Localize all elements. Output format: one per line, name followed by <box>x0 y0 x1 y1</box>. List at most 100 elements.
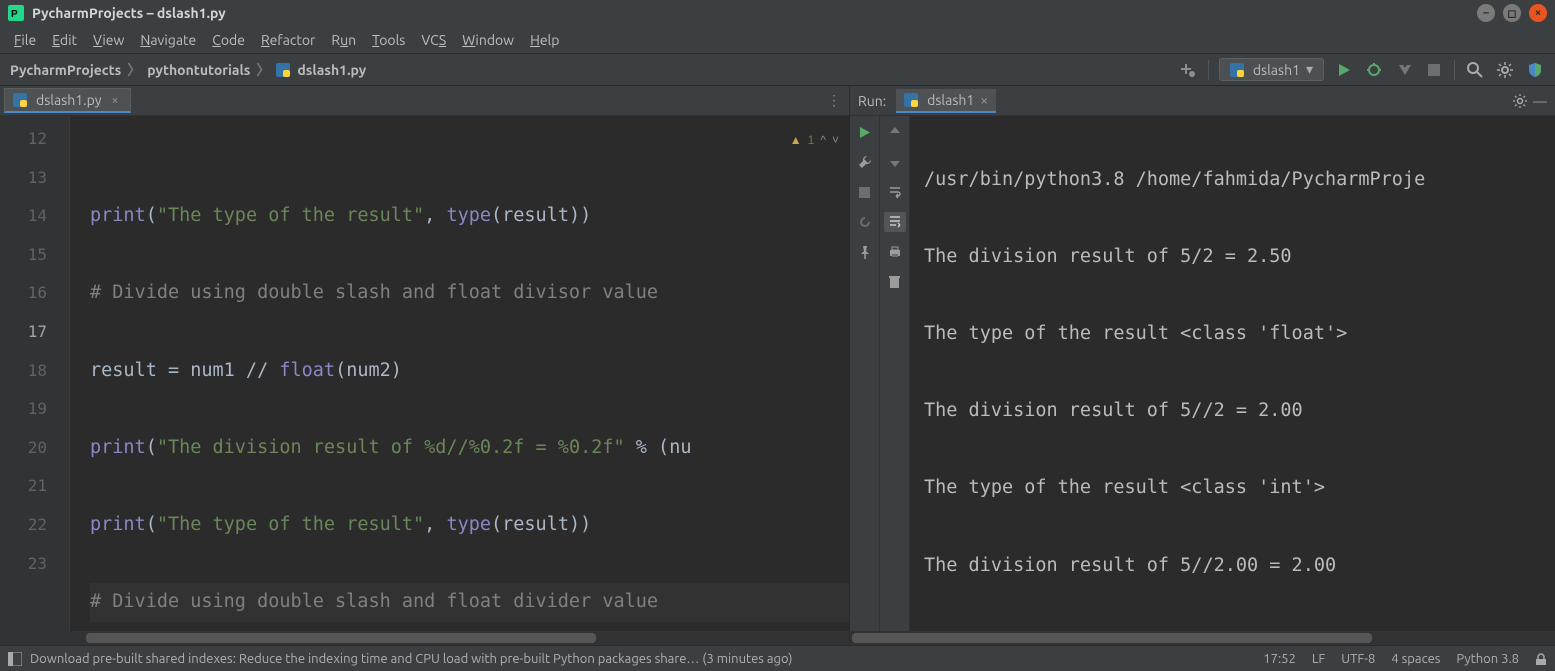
breadcrumb-sep: 〉 <box>127 60 141 80</box>
breadcrumb-folder[interactable]: pythontutorials <box>147 62 250 78</box>
down-icon[interactable] <box>885 152 905 172</box>
app-icon: P <box>8 5 24 21</box>
coverage-button[interactable] <box>1394 60 1414 80</box>
output-line: The division result of 5/2 = 2.50 <box>924 238 1555 277</box>
breadcrumb-root[interactable]: PycharmProjects <box>10 62 121 78</box>
run-panel: Run: dslash1 × — <box>850 86 1555 645</box>
breadcrumb-file[interactable]: dslash1.py <box>297 62 366 78</box>
run-header: Run: dslash1 × — <box>850 86 1555 116</box>
horizontal-scrollbar[interactable] <box>0 631 849 645</box>
run-config-label: dslash1 <box>1253 62 1300 78</box>
toolwindow-icon[interactable] <box>8 652 22 666</box>
code-area[interactable]: ▲1 ^ ˅ print("The type of the result", t… <box>70 116 849 631</box>
status-python[interactable]: Python 3.8 <box>1456 652 1519 666</box>
output-line: The division result of 5//2 = 2.00 <box>924 392 1555 431</box>
menu-run[interactable]: Run <box>323 30 364 50</box>
menu-view[interactable]: View <box>85 30 132 50</box>
editor[interactable]: 12 13 14 15 16 17 18 19 20 21 22 23 ▲1 ^… <box>0 116 849 631</box>
status-bar: Download pre-built shared indexes: Reduc… <box>0 645 1555 671</box>
debug-button[interactable] <box>1364 60 1384 80</box>
line-number: 20 <box>0 429 47 468</box>
line-number: 14 <box>0 197 47 236</box>
inspection-badge[interactable]: ▲1 ^ ˅ <box>790 121 839 160</box>
close-icon[interactable]: × <box>980 92 988 108</box>
minimize-button[interactable]: – <box>1477 4 1495 22</box>
window-title: PycharmProjects – dslash1.py <box>32 5 226 21</box>
status-time[interactable]: 17:52 <box>1263 652 1296 666</box>
main-split: dslash1.py × ⋮ 12 13 14 15 16 17 18 19 2… <box>0 86 1555 645</box>
maximize-button[interactable]: ◻ <box>1503 4 1521 22</box>
shield-icon[interactable] <box>1525 60 1545 80</box>
horizontal-scrollbar[interactable] <box>850 631 1555 645</box>
menu-vcs[interactable]: VCS <box>413 30 454 50</box>
add-config-icon[interactable] <box>1178 60 1198 80</box>
editor-tab[interactable]: dslash1.py × <box>4 88 131 113</box>
toolbar: dslash1 ▾ <box>1178 58 1545 81</box>
menu-help[interactable]: Help <box>522 30 567 50</box>
run-tools-secondary <box>880 116 910 631</box>
output-line: The type of the result <class 'float'> <box>924 315 1555 354</box>
python-file-icon <box>904 93 918 107</box>
menu-edit[interactable]: Edit <box>44 30 85 50</box>
wrench-icon[interactable] <box>855 152 875 172</box>
line-number: 17 <box>0 313 47 352</box>
output-line: The type of the result <class 'int'> <box>924 469 1555 508</box>
separator <box>1208 60 1209 80</box>
separator <box>1454 60 1455 80</box>
rerun-icon[interactable] <box>855 122 875 142</box>
nav-bar: PycharmProjects 〉 pythontutorials 〉 dsla… <box>0 54 1555 86</box>
run-config-dropdown[interactable]: dslash1 ▾ <box>1219 58 1324 81</box>
python-file-icon <box>276 63 290 77</box>
pin-icon[interactable] <box>855 242 875 262</box>
output-line: The division result of 5//2.00 = 2.00 <box>924 547 1555 586</box>
output-line: The type of the result <class 'float'> <box>924 624 1555 631</box>
status-lf[interactable]: LF <box>1312 652 1325 666</box>
line-number: 23 <box>0 545 47 584</box>
line-number: 19 <box>0 390 47 429</box>
line-number: 21 <box>0 467 47 506</box>
menu-navigate[interactable]: Navigate <box>132 30 204 50</box>
up-icon[interactable] <box>885 122 905 142</box>
scroll-to-end-icon[interactable] <box>884 212 906 232</box>
lock-icon[interactable] <box>1535 653 1547 665</box>
close-icon[interactable]: × <box>111 94 118 107</box>
run-tab[interactable]: dslash1 × <box>896 89 996 113</box>
restart-icon[interactable] <box>855 212 875 232</box>
status-indent[interactable]: 4 spaces <box>1391 652 1440 666</box>
run-tools-primary <box>850 116 880 631</box>
stop-button[interactable] <box>1424 60 1444 80</box>
python-file-icon <box>1230 63 1244 77</box>
editor-tab-bar: dslash1.py × ⋮ <box>0 86 849 116</box>
gear-icon[interactable] <box>1513 94 1527 108</box>
close-button[interactable]: × <box>1529 4 1547 22</box>
chevron-down-icon: ▾ <box>1306 61 1313 78</box>
line-number: 18 <box>0 352 47 391</box>
print-icon[interactable] <box>885 242 905 262</box>
run-button[interactable] <box>1334 60 1354 80</box>
python-file-icon <box>13 93 27 107</box>
run-tab-label: dslash1 <box>927 92 974 108</box>
line-number: 13 <box>0 159 47 198</box>
search-icon[interactable] <box>1465 60 1485 80</box>
menu-file[interactable]: File <box>6 30 44 50</box>
soft-wrap-icon[interactable] <box>885 182 905 202</box>
status-message[interactable]: Download pre-built shared indexes: Reduc… <box>30 652 793 666</box>
menu-refactor[interactable]: Refactor <box>253 30 323 50</box>
breadcrumb[interactable]: PycharmProjects 〉 pythontutorials 〉 dsla… <box>10 60 366 80</box>
line-number: 12 <box>0 120 47 159</box>
menu-window[interactable]: Window <box>454 30 522 50</box>
run-body: /usr/bin/python3.8 /home/fahmida/Pycharm… <box>850 116 1555 631</box>
breadcrumb-sep: 〉 <box>256 60 270 80</box>
editor-pane: dslash1.py × ⋮ 12 13 14 15 16 17 18 19 2… <box>0 86 850 645</box>
gutter: 12 13 14 15 16 17 18 19 20 21 22 23 <box>0 116 70 631</box>
trash-icon[interactable] <box>885 272 905 292</box>
output-line: /usr/bin/python3.8 /home/fahmida/Pycharm… <box>924 161 1555 200</box>
tab-menu-icon[interactable]: ⋮ <box>819 92 849 109</box>
stop-icon[interactable] <box>855 182 875 202</box>
status-encoding[interactable]: UTF-8 <box>1341 652 1375 666</box>
hide-icon[interactable]: — <box>1533 93 1547 109</box>
run-output[interactable]: /usr/bin/python3.8 /home/fahmida/Pycharm… <box>910 116 1555 631</box>
menu-tools[interactable]: Tools <box>364 30 413 50</box>
gear-icon[interactable] <box>1495 60 1515 80</box>
menu-code[interactable]: Code <box>204 30 253 50</box>
